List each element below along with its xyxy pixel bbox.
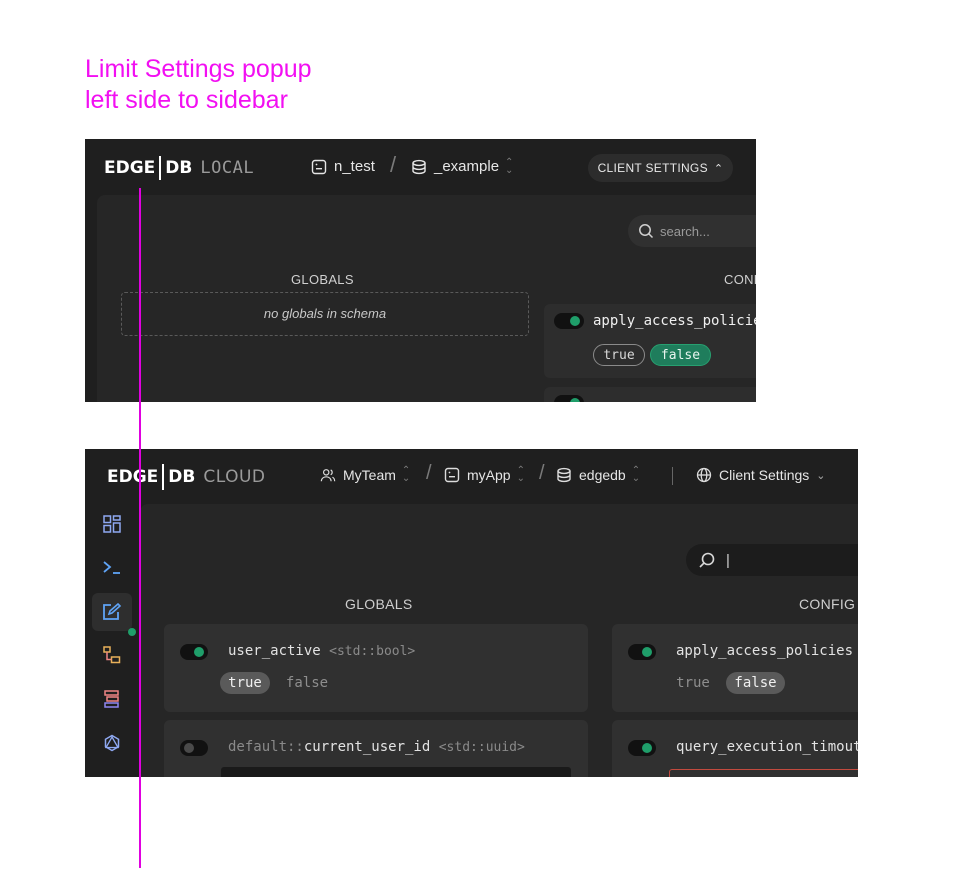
config-toggle-2[interactable] (554, 395, 584, 402)
breadcrumb-slash: / (390, 152, 397, 177)
global-card-user-active (164, 624, 588, 712)
repl-icon[interactable] (102, 557, 122, 577)
no-globals-placeholder: no globals in schema (121, 292, 529, 336)
logo-sub: LOCAL (200, 158, 255, 178)
chevron-up-down-icon: ⌃ ⌄ (631, 465, 641, 484)
client-settings-button[interactable]: Client Settings ⌄ (696, 467, 826, 483)
globals-title: GLOBALS (345, 596, 413, 612)
config-title: CONFIG (799, 596, 856, 612)
graphql-icon[interactable] (102, 733, 122, 753)
global-prefix: default:: (228, 739, 304, 755)
config-name: apply_access_policie (593, 313, 756, 329)
global-name: default::current_user_id <std::uuid> (228, 739, 525, 755)
app-icon (444, 467, 460, 483)
logo[interactable]: EDGE DB CLOUD (107, 464, 266, 490)
editor-icon[interactable] (102, 602, 122, 622)
chevron-up-icon: ⌃ (713, 162, 724, 175)
instance-icon (311, 159, 327, 174)
search-icon (699, 552, 715, 568)
search-placeholder: search... (660, 223, 710, 239)
database-name: _example (434, 158, 500, 175)
data-icon[interactable] (102, 689, 122, 709)
false-option-selected[interactable]: false (726, 672, 785, 694)
header-divider (672, 467, 673, 485)
global-name-text: current_user_id (303, 739, 431, 755)
schema-icon[interactable] (102, 645, 122, 665)
database-breadcrumb[interactable]: edgedb ⌃ ⌄ (556, 465, 641, 484)
true-option[interactable]: true (668, 672, 718, 694)
global-value-input[interactable] (221, 767, 571, 777)
search-input[interactable]: | (686, 544, 858, 576)
app-breadcrumb[interactable]: myApp ⌃ ⌄ (444, 465, 525, 484)
search-icon (639, 224, 654, 239)
team-breadcrumb[interactable]: MyTeam ⌃ ⌄ (320, 465, 411, 484)
team-name: MyTeam (343, 467, 396, 483)
config-toggle[interactable] (554, 313, 584, 329)
logo-divider (159, 156, 162, 180)
chevron-up-down-icon: ⌃ ⌄ (401, 465, 411, 484)
config-name: apply_access_policies (676, 643, 854, 659)
global-type: <std::uuid> (438, 740, 525, 755)
config-toggle[interactable] (628, 740, 656, 756)
false-option-selected[interactable]: false (650, 344, 711, 366)
global-toggle[interactable] (180, 644, 208, 660)
logo-db: DB (165, 158, 193, 178)
logo-db: DB (168, 467, 196, 487)
logo-sub: CLOUD (203, 467, 266, 487)
local-screenshot: EDGE DB LOCAL n_test / _example ⌃ ⌄ CLIEN… (85, 139, 756, 402)
instance-breadcrumb[interactable]: n_test (311, 158, 375, 175)
client-settings-label: CLIENT SETTINGS (597, 161, 708, 175)
config-toggle[interactable] (628, 644, 656, 660)
logo[interactable]: EDGE DB LOCAL (104, 156, 254, 180)
logo-divider (162, 464, 165, 490)
annotation-line-1: Limit Settings popup (85, 55, 312, 83)
logo-edge: EDGE (104, 158, 156, 178)
search-value: | (726, 551, 730, 569)
annotation-marker-dot (128, 628, 136, 636)
search-input[interactable]: search... (628, 215, 756, 247)
annotation-note: Limit Settings popup left side to sideba… (85, 54, 312, 116)
annotation-guide-line (139, 188, 141, 868)
client-settings-button[interactable]: CLIENT SETTINGS ⌃ (588, 154, 733, 182)
database-icon (557, 467, 571, 483)
globe-icon (696, 467, 712, 483)
false-option[interactable]: false (280, 672, 334, 694)
annotation-line-2: left side to sidebar (85, 86, 288, 114)
team-icon (320, 469, 336, 482)
database-name: edgedb (579, 467, 626, 483)
dashboard-icon[interactable] (102, 514, 122, 534)
breadcrumb-slash: / (426, 462, 432, 484)
instance-name: n_test (334, 158, 375, 175)
chevron-up-down-icon: ⌃ ⌄ (516, 465, 525, 484)
cloud-screenshot: EDGE DB CLOUD MyTeam ⌃ ⌄ / myApp ⌃ ⌄ / edg… (85, 449, 858, 777)
client-settings-label: Client Settings (719, 467, 810, 483)
app-name: myApp (467, 467, 511, 483)
true-option-selected[interactable]: true (220, 672, 270, 694)
globals-title: GLOBALS (291, 272, 354, 287)
chevron-up-down-icon: ⌃ ⌄ (505, 156, 514, 176)
global-name: user_active <std::bool> (228, 643, 415, 659)
true-option[interactable]: true (593, 344, 645, 366)
breadcrumb-slash: / (539, 462, 545, 484)
chevron-down-icon: ⌄ (816, 469, 826, 482)
global-name-text: user_active (228, 643, 321, 659)
global-type: <std::bool> (329, 644, 416, 659)
database-icon (412, 159, 426, 174)
config-name: query_execution_timout (676, 739, 858, 755)
config-value-input-error[interactable] (669, 769, 858, 777)
config-card-apply-access-policies (612, 624, 858, 712)
global-toggle[interactable] (180, 740, 208, 756)
logo-edge: EDGE (107, 467, 159, 487)
database-breadcrumb[interactable]: _example ⌃ ⌄ (411, 156, 514, 176)
config-title: CONFI (724, 272, 756, 287)
